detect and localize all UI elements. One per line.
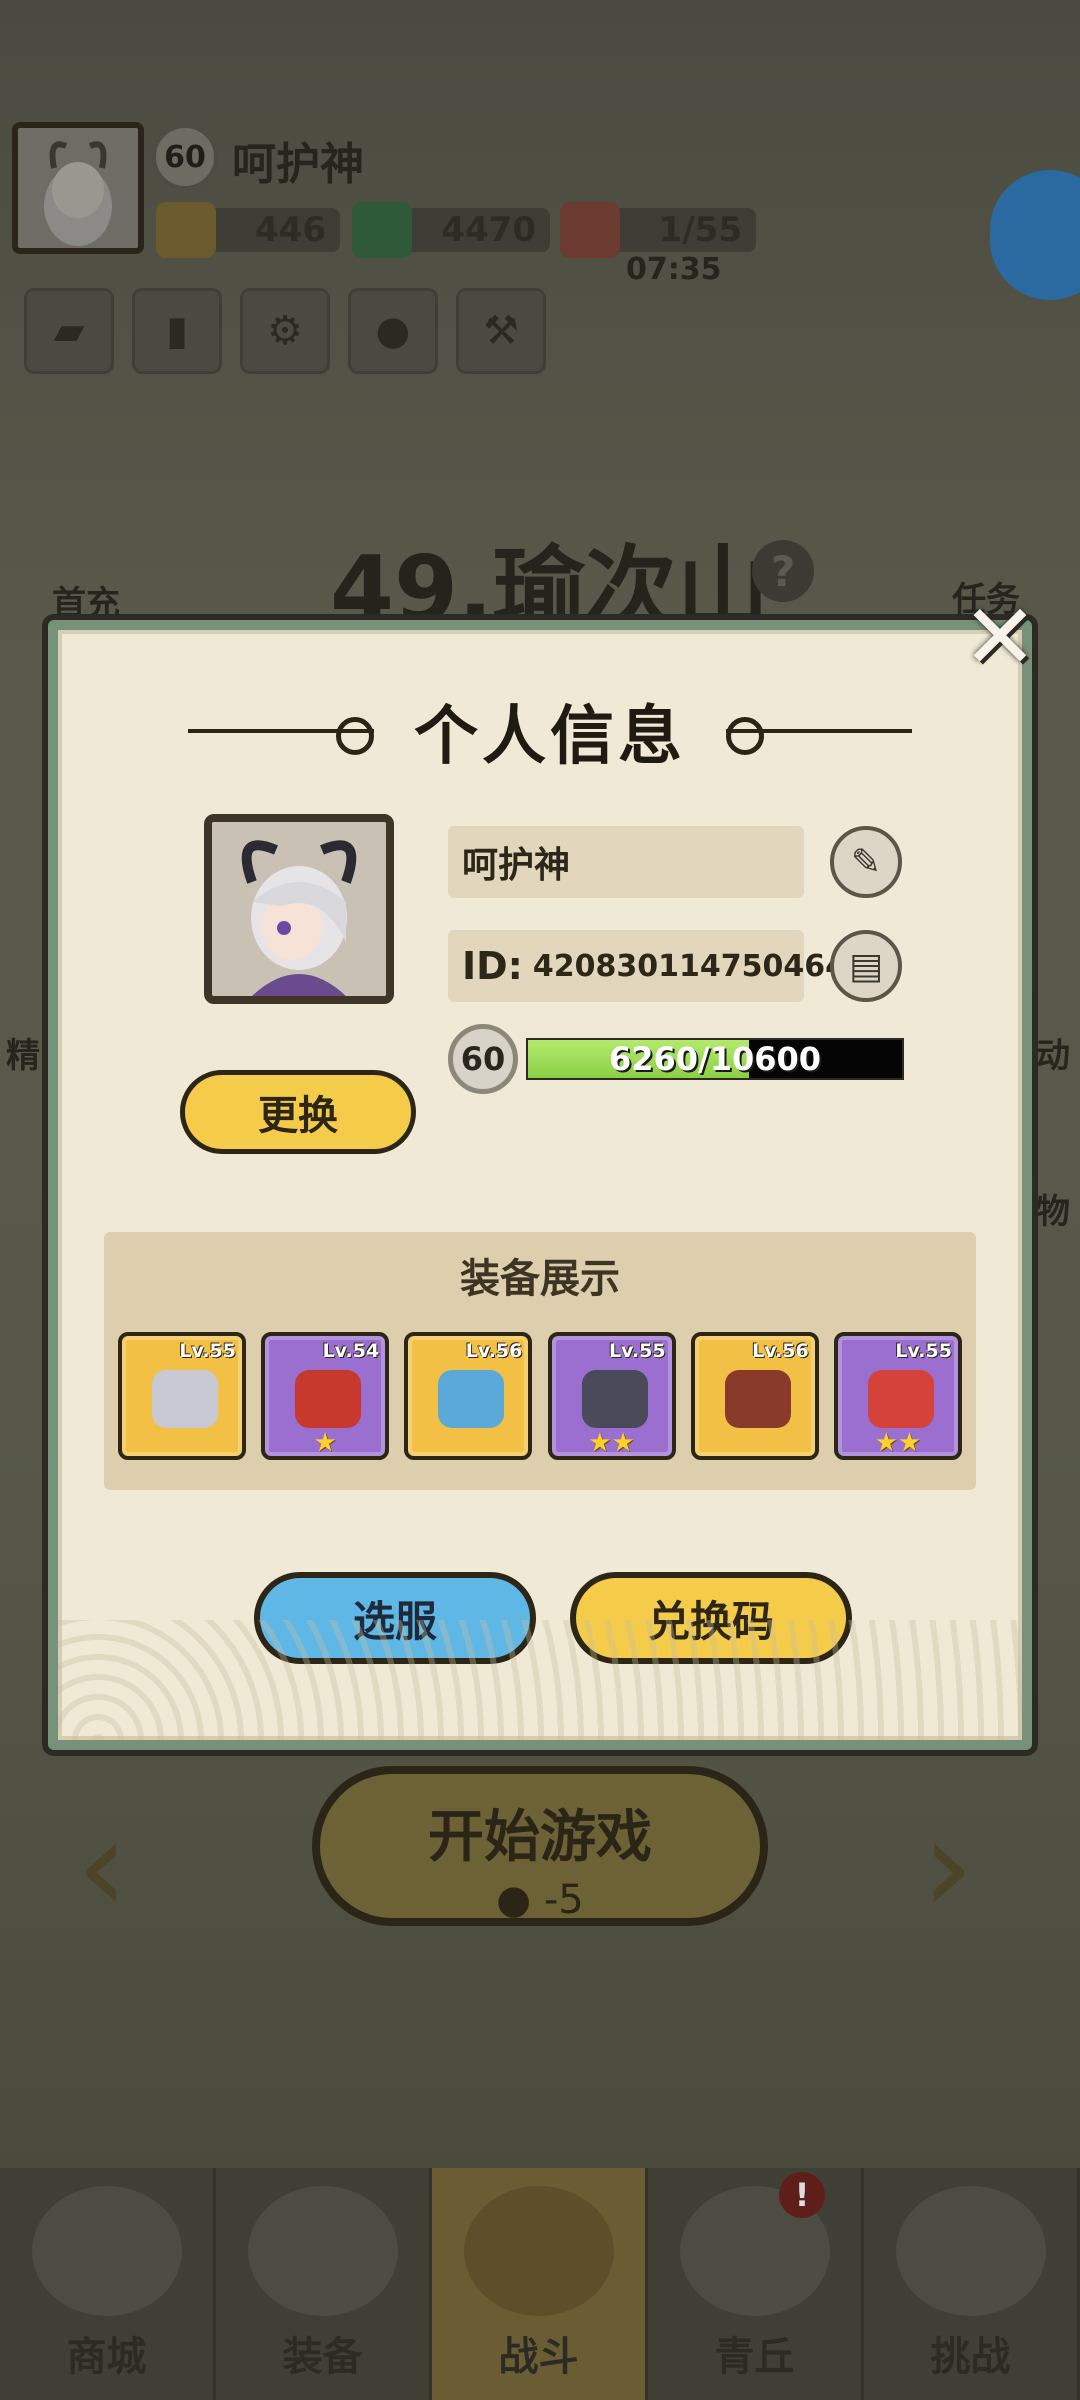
prev-stage-arrow[interactable]: ‹	[76, 1790, 128, 1942]
edit-name-button[interactable]: ✎	[830, 826, 902, 898]
activity-button[interactable]: 动	[1036, 1028, 1070, 1077]
next-stage-arrow[interactable]: ›	[922, 1790, 974, 1942]
equipment-item-icon	[438, 1370, 505, 1428]
nav-label: 挑战	[930, 2334, 1011, 2380]
start-game-cost: ● -5	[496, 1877, 584, 1923]
copy-id-button[interactable]: ▤	[830, 930, 902, 1002]
equipment-slot[interactable]: Lv.55	[118, 1332, 246, 1460]
peach-icon: ●	[496, 1877, 532, 1923]
equipment-level: Lv.56	[752, 1340, 809, 1362]
equipment-item-icon	[152, 1370, 218, 1428]
player-name-field: 呵护神	[448, 826, 804, 898]
equipment-title: 装备展示	[460, 1256, 620, 1302]
equipment-level: Lv.55	[179, 1340, 236, 1362]
star-rating: ★★	[588, 1428, 635, 1458]
tools-button[interactable]: ⚒	[456, 288, 546, 374]
equipment-slot[interactable]: Lv.55 ★★	[547, 1332, 676, 1460]
close-icon[interactable]: ✕	[958, 593, 1042, 683]
equipment-slot[interactable]: Lv.55 ★★	[833, 1332, 962, 1460]
dialog-title: 个人信息	[414, 700, 686, 774]
nav-shop[interactable]: 商城	[0, 2168, 216, 2400]
nav-label: 战斗	[498, 2334, 579, 2380]
friends-icon: ●	[375, 308, 411, 354]
equipment-slot[interactable]: Lv.56	[690, 1332, 819, 1460]
gear-icon: ⚙	[267, 308, 303, 354]
jade-dragon-icon	[352, 202, 412, 258]
profile-avatar	[204, 814, 394, 1004]
divider	[188, 717, 374, 755]
equipment-level: Lv.54	[322, 1340, 380, 1362]
gold-bag-icon	[156, 202, 216, 258]
shop-icon	[31, 2186, 182, 2316]
select-server-button[interactable]: 选服	[254, 1572, 536, 1664]
player-level-badge: 60	[152, 124, 218, 190]
equipment-item-icon	[581, 1370, 648, 1428]
player-name: 呵护神	[232, 139, 364, 190]
id-value: 420830114750464	[532, 948, 847, 984]
challenge-icon	[895, 2186, 1046, 2316]
left-side-label[interactable]: 精	[6, 1028, 40, 1077]
friends-button[interactable]: ●	[348, 288, 438, 374]
equipment-showcase: 装备展示 Lv.55 Lv.54 ★ Lv.56 Lv.55 ★★ Lv.56 Lv.55 ★★	[104, 1232, 976, 1490]
star-rating: ★★	[874, 1428, 922, 1458]
stamina-timer: 07:35	[626, 252, 722, 287]
notification-badge: !	[779, 2172, 825, 2218]
ticket-icon: ▰	[53, 308, 85, 354]
equipment-slot[interactable]: Lv.56	[404, 1332, 533, 1460]
redeem-code-button[interactable]: 兑换码	[570, 1572, 852, 1664]
nav-battle[interactable]: 战斗	[432, 2168, 648, 2400]
player-name-value: 呵护神	[462, 845, 571, 886]
gift-button[interactable]: 物	[1036, 1184, 1070, 1233]
gold-counter[interactable]: 446	[156, 202, 340, 258]
nav-qingqiu[interactable]: ! 青丘	[648, 2168, 864, 2400]
settings-button[interactable]: ⚙	[240, 288, 330, 374]
equipment-level: Lv.55	[895, 1340, 952, 1362]
bar-chart-icon: ▮	[165, 308, 188, 354]
id-label: ID:	[462, 944, 523, 988]
equipment-item-icon	[867, 1370, 934, 1428]
stamina-counter[interactable]: 1/55	[560, 202, 756, 258]
brush-icon: ✎	[850, 841, 882, 883]
nav-label: 装备	[282, 2334, 363, 2380]
nav-label: 商城	[66, 2334, 147, 2380]
jade-counter[interactable]: 4470	[352, 202, 550, 258]
copy-icon: ▤	[848, 945, 883, 987]
star-rating: ★	[313, 1428, 337, 1458]
profile-dialog: 个人信息 更换 呵护神 ✎ ID: 420830114750464 ▤ 60 6…	[48, 620, 1032, 1750]
equipment-row: Lv.55 Lv.54 ★ Lv.56 Lv.55 ★★ Lv.56 Lv.55 ★★	[118, 1332, 962, 1460]
equipment-item-icon	[724, 1370, 791, 1428]
equipment-slot[interactable]: Lv.54 ★	[261, 1332, 390, 1460]
equipment-level: Lv.56	[465, 1340, 523, 1362]
hammer-icon: ⚒	[483, 308, 519, 354]
ranking-button[interactable]: ▮	[132, 288, 222, 374]
change-avatar-button[interactable]: 更换	[180, 1070, 416, 1154]
peach-icon	[560, 202, 620, 258]
armor-icon	[247, 2186, 398, 2316]
crossed-swords-icon	[463, 2186, 614, 2316]
help-icon[interactable]: ?	[752, 540, 814, 602]
nav-label: 青丘	[714, 2334, 795, 2380]
divider	[726, 717, 912, 755]
player-id-field: ID: 420830114750464	[448, 930, 846, 1002]
start-game-button[interactable]: 开始游戏 ● -5	[312, 1766, 768, 1926]
nav-challenge[interactable]: 挑战	[864, 2168, 1080, 2400]
xp-bar: 6260/10600	[526, 1038, 904, 1080]
equipment-level: Lv.55	[608, 1340, 666, 1362]
player-avatar[interactable]	[12, 122, 144, 254]
start-game-label: 开始游戏	[428, 1805, 652, 1870]
xp-text: 6260/10600	[608, 1040, 822, 1078]
ticket-button[interactable]: ▰	[24, 288, 114, 374]
first-recharge-button[interactable]: 首充	[52, 576, 120, 625]
dialog-header: 个人信息	[188, 686, 912, 776]
bottom-nav: 商城 装备 战斗 ! 青丘 挑战	[0, 2168, 1080, 2400]
equipment-item-icon	[295, 1370, 362, 1428]
nav-equipment[interactable]: 装备	[216, 2168, 432, 2400]
level-badge: 60	[448, 1024, 518, 1094]
